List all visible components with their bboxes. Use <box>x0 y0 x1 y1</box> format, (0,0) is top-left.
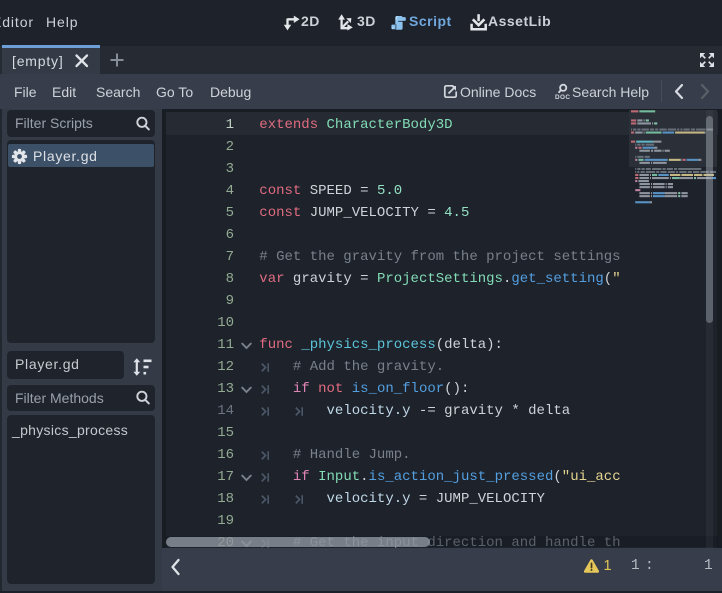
svg-text:DOC: DOC <box>555 94 570 101</box>
